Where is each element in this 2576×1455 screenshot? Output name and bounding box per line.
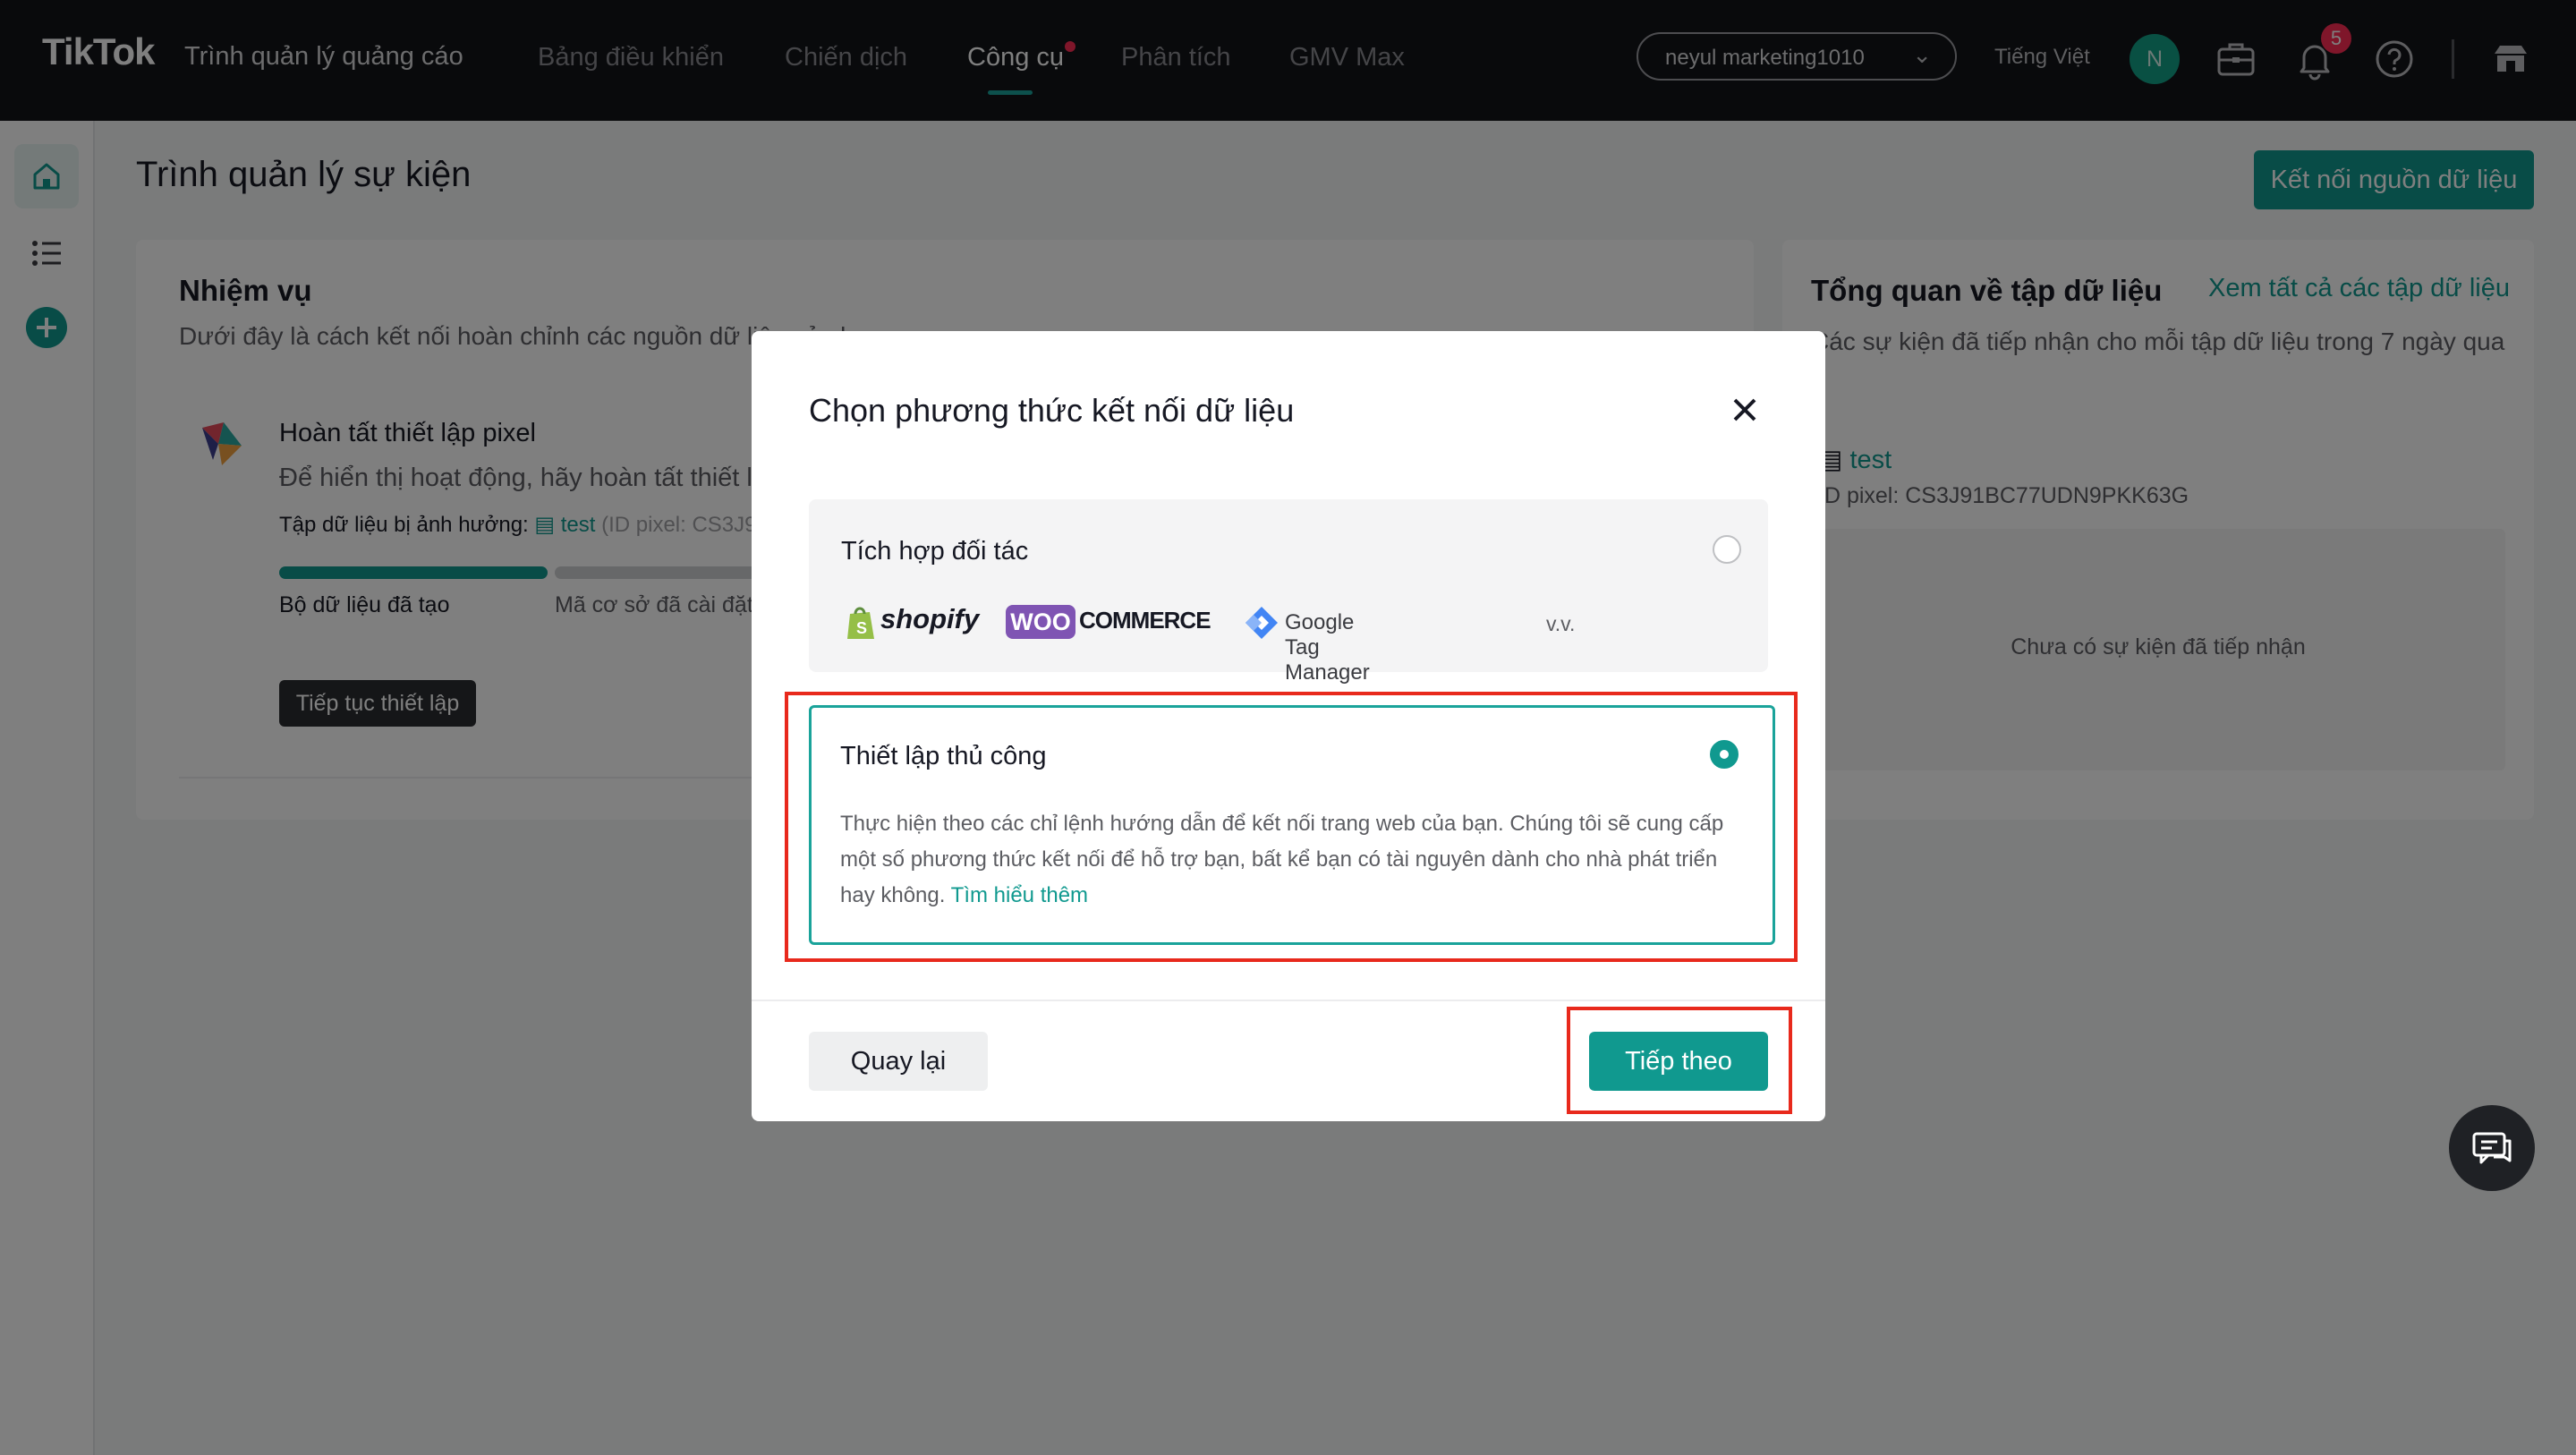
- close-icon[interactable]: [1727, 392, 1763, 428]
- dialog-footer-divider: [752, 1000, 1825, 1001]
- back-button[interactable]: Quay lại: [809, 1032, 988, 1091]
- partner-integration-option[interactable]: Tích hợp đối tác S shopify WOO COMMERCE …: [809, 499, 1768, 685]
- google-tag-manager-text: Google Tag Manager: [1285, 610, 1370, 685]
- shopify-bag-icon: S: [847, 607, 874, 639]
- chat-icon: [2472, 1132, 2512, 1164]
- commerce-logo-text: COMMERCE: [1079, 607, 1211, 634]
- partner-integration-label: Tích hợp đối tác: [841, 537, 1029, 566]
- partners-etc: v.v.: [1546, 612, 1576, 635]
- google-tag-manager-icon: [1245, 607, 1278, 639]
- chat-support-button[interactable]: [2449, 1105, 2535, 1191]
- dialog-title: Chọn phương thức kết nối dữ liệu: [809, 392, 1295, 429]
- svg-text:S: S: [856, 619, 867, 637]
- woo-logo: WOO: [1006, 605, 1075, 639]
- partner-integration-radio[interactable]: [1713, 535, 1741, 564]
- shopify-logo-text: shopify: [880, 603, 980, 634]
- highlight-manual-setup: [785, 692, 1798, 962]
- highlight-next-button: [1567, 1007, 1792, 1114]
